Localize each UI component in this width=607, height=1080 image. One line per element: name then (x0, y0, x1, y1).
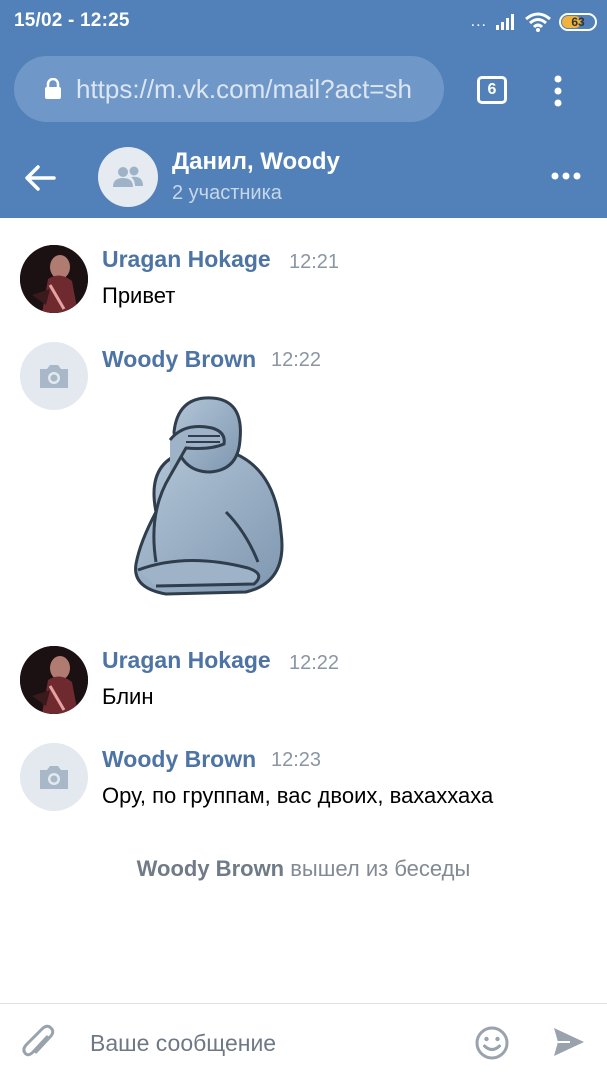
chat-avatar[interactable] (98, 147, 158, 207)
battery-level: 63 (571, 15, 585, 29)
service-message-action: вышел из беседы (284, 856, 471, 881)
message-text: Блин (102, 684, 154, 709)
avatar[interactable] (20, 646, 88, 714)
message-time: 12:22 (271, 349, 322, 371)
back-arrow-icon[interactable] (20, 158, 60, 198)
message-composer (0, 1003, 607, 1080)
emoji-smile-icon[interactable] (474, 1025, 510, 1061)
message-author[interactable]: Uragan Hokage (102, 246, 271, 273)
avatar[interactable] (20, 743, 88, 811)
message-author[interactable]: Woody Brown (102, 346, 256, 373)
message-time: 12:22 (289, 652, 340, 674)
more-options-icon[interactable] (548, 164, 584, 188)
camera-icon (40, 365, 68, 388)
signal-icon (496, 14, 514, 30)
message-input[interactable] (80, 1018, 460, 1068)
avatar[interactable] (20, 245, 88, 313)
send-icon[interactable] (552, 1026, 586, 1058)
status-bar: 15/02 - 12:25 ... 63 (0, 0, 607, 44)
url-text: https://m.vk.com/mail?act=sh (76, 73, 412, 104)
message-time: 12:21 (289, 251, 340, 273)
message-time: 12:23 (271, 749, 322, 771)
sticker-image[interactable] (126, 392, 294, 597)
wifi-icon (525, 12, 551, 32)
url-bar[interactable]: https://m.vk.com/mail?act=sh (14, 56, 444, 122)
browser-menu-icon[interactable] (548, 74, 568, 108)
attach-paperclip-icon[interactable] (20, 1023, 56, 1063)
group-users-icon (113, 166, 143, 187)
message-author[interactable]: Uragan Hokage (102, 647, 271, 674)
status-icons: ... 63 (471, 10, 597, 34)
service-message-actor[interactable]: Woody Brown (137, 856, 284, 881)
lock-icon (44, 77, 62, 100)
battery-indicator: 63 (559, 13, 597, 31)
message-text: Привет (102, 283, 176, 308)
service-message: Woody Brown вышел из беседы (0, 856, 607, 882)
chat-title[interactable]: Данил, Woody (172, 148, 340, 176)
tabs-count-button[interactable]: 6 (477, 76, 507, 104)
camera-icon (40, 766, 68, 789)
message-author[interactable]: Woody Brown (102, 746, 256, 773)
status-dots: ... (470, 13, 487, 30)
avatar[interactable] (20, 342, 88, 410)
chat-members-count[interactable]: 2 участника (172, 182, 282, 205)
chat-header: Данил, Woody 2 участника (0, 136, 607, 218)
status-time: 15/02 - 12:25 (14, 10, 130, 31)
message-text: Ору, по группам, вас двоих, вахаххаха (102, 783, 494, 808)
browser-bar: https://m.vk.com/mail?act=sh 6 (0, 44, 607, 136)
